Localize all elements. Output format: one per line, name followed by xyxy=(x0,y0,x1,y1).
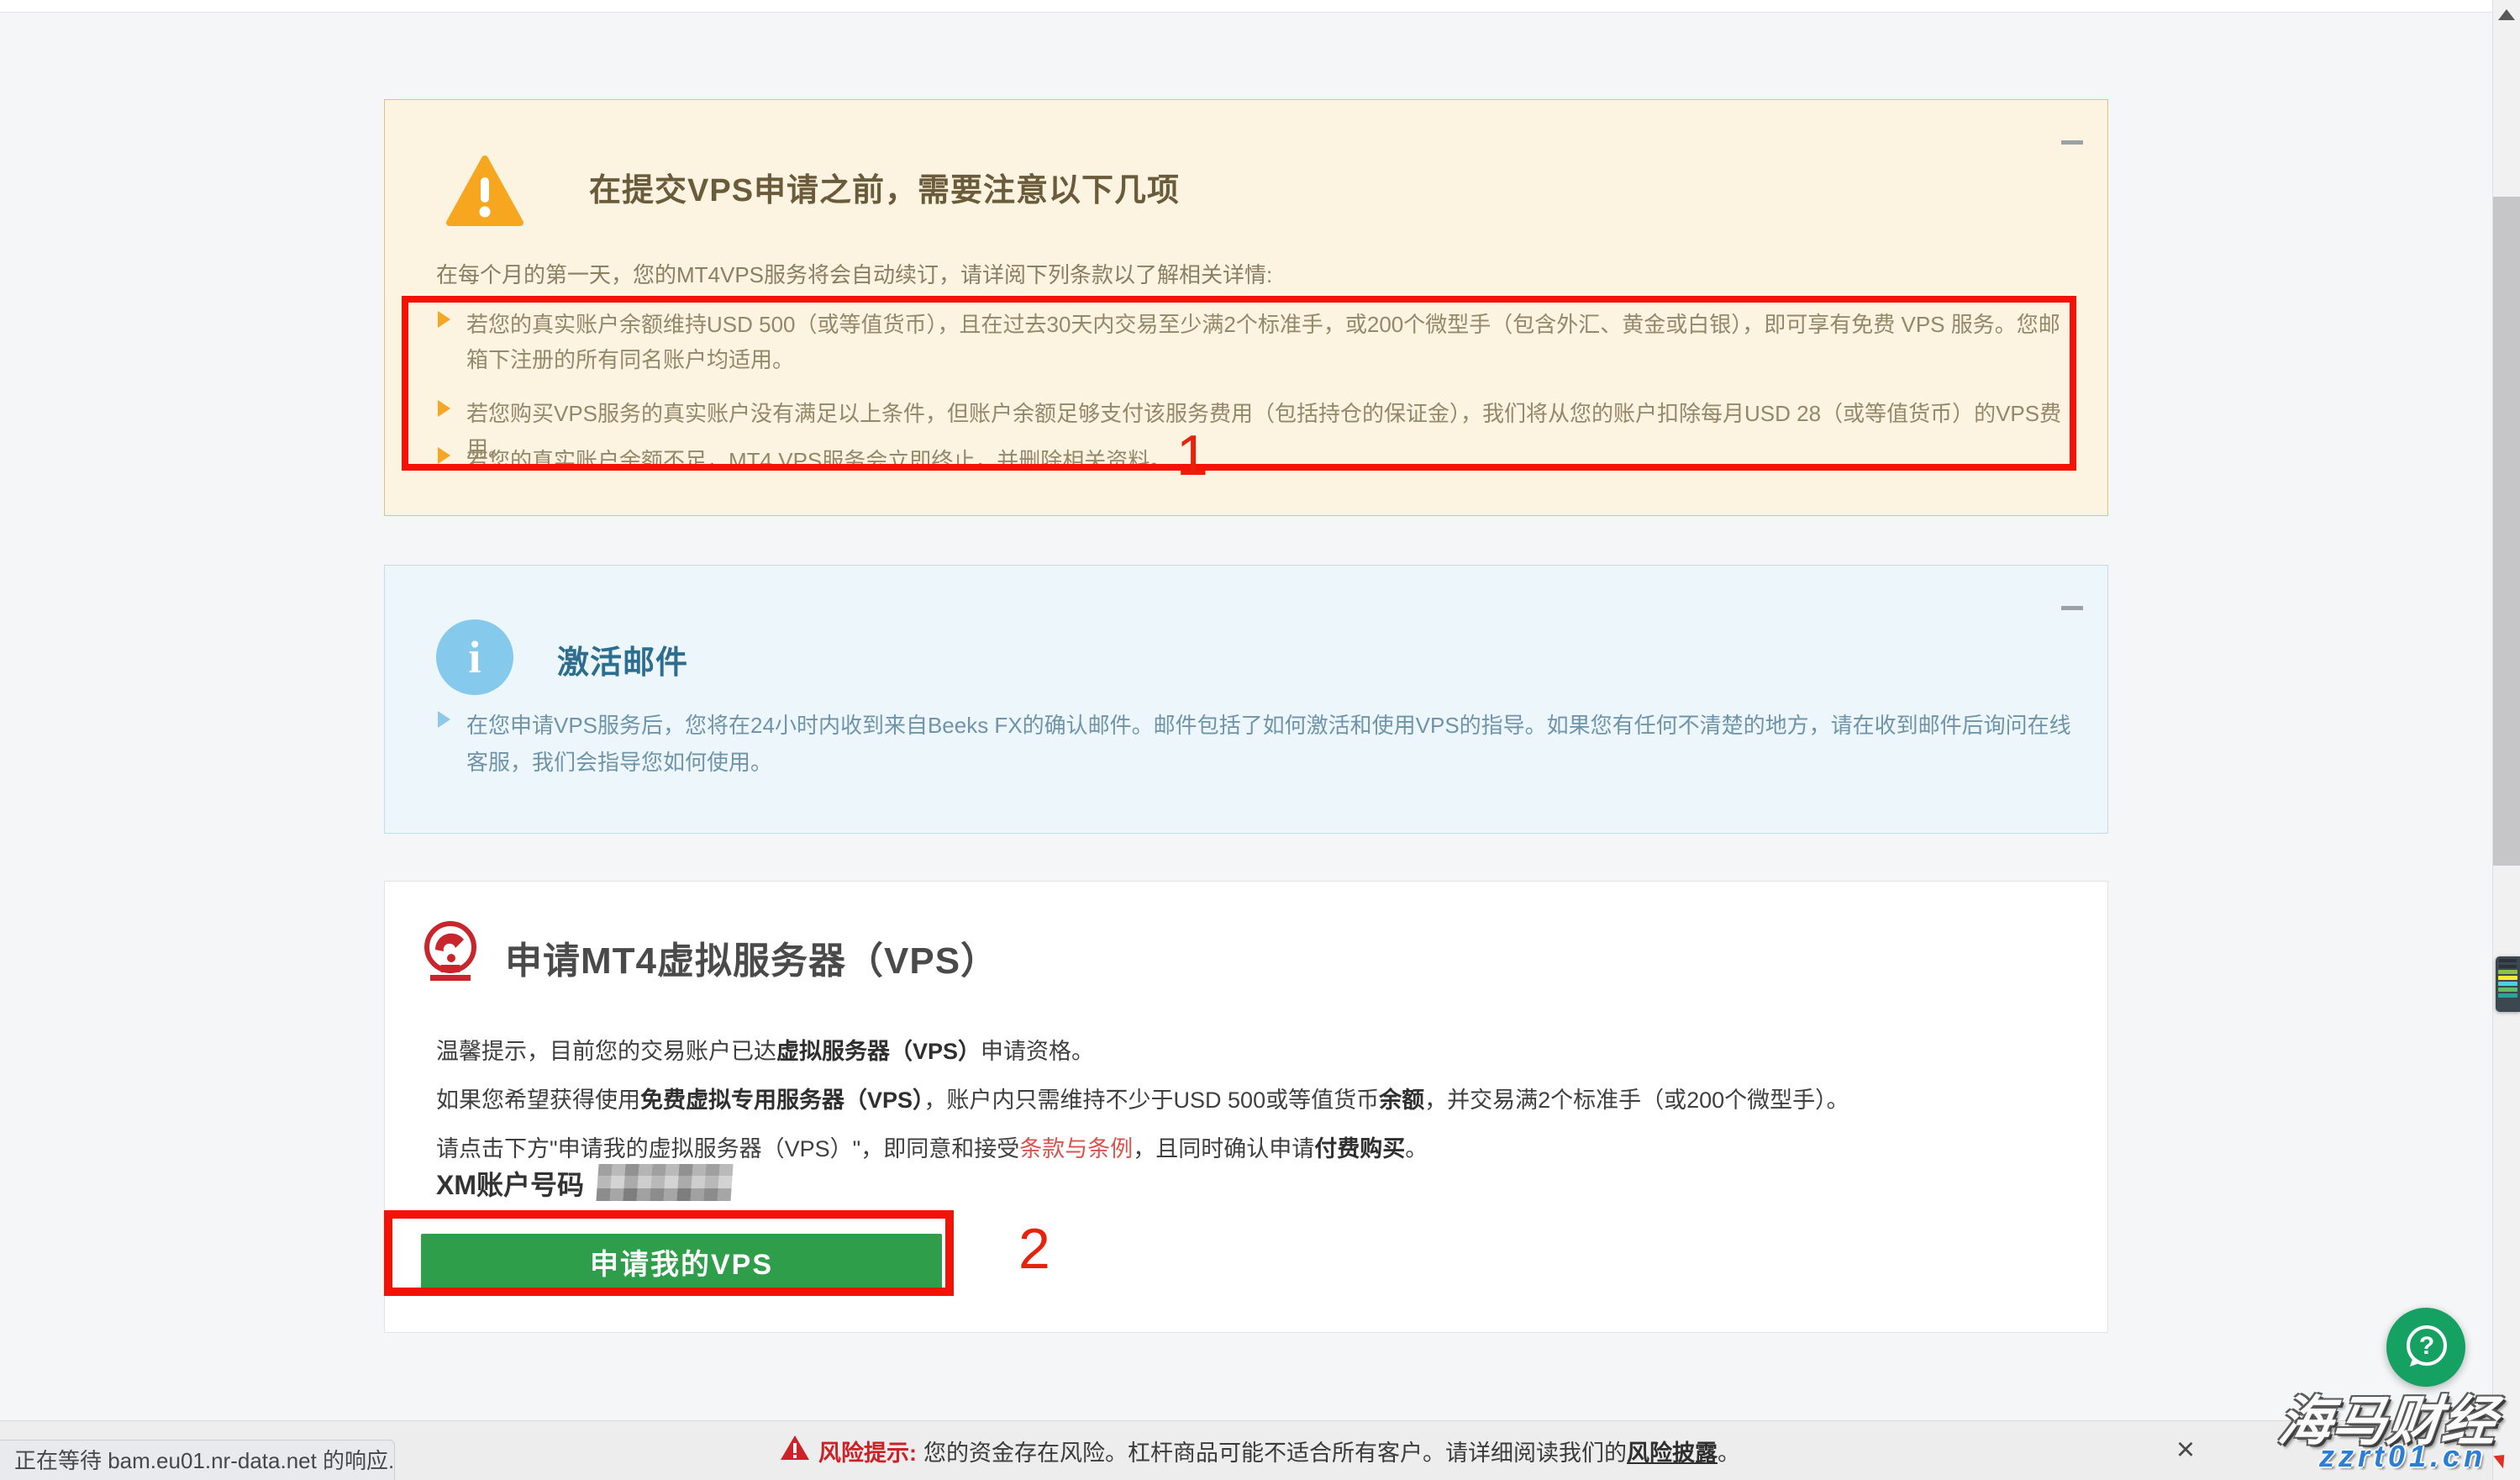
minus-icon xyxy=(2061,140,2083,145)
widget-stripe xyxy=(2498,976,2517,980)
widget-grill xyxy=(2499,965,2517,968)
warning-panel-collapse-button[interactable] xyxy=(2053,125,2091,159)
info-bullet-text: 在您申请VPS服务后，您将在24小时内收到来自Beeks FX的确认邮件。邮件包… xyxy=(466,707,2091,781)
chat-help-icon: ? xyxy=(2402,1323,2450,1372)
scrollbar-thumb[interactable] xyxy=(2493,197,2520,866)
list-item: 若您的真实账户余额维持USD 500（或等值货币），且在过去30天内交易至少满2… xyxy=(438,307,2073,377)
arrow-bullet-icon xyxy=(438,447,450,464)
apply-paragraph-conditions: 如果您希望获得使用免费虚拟专用服务器（VPS），账户内只需维持不少于USD 50… xyxy=(436,1082,1849,1114)
help-button[interactable]: ? xyxy=(2386,1308,2465,1387)
widget-stripe xyxy=(2498,988,2517,992)
widget-stripe xyxy=(2498,982,2517,986)
widget-stripe xyxy=(2498,993,2517,998)
info-panel-collapse-button[interactable] xyxy=(2053,591,2091,624)
page-top-strip xyxy=(0,0,2520,13)
apply-vps-button[interactable]: 申请我的VPS xyxy=(421,1234,942,1289)
arrow-bullet-icon xyxy=(438,400,450,417)
terms-and-conditions-link[interactable]: 条款与条例 xyxy=(1019,1136,1133,1161)
redacted-account-number xyxy=(596,1164,733,1201)
apply-panel-title: 申请MT4虚拟服务器（VPS） xyxy=(505,930,998,984)
warning-bullet-3: 若您的真实账户余额不足，MT4 VPS服务会立即终止，并删除相关资料。 xyxy=(466,443,2073,478)
warning-panel-title: 在提交VPS申请之前，需要注意以下几项 xyxy=(589,164,1180,210)
warning-triangle-icon xyxy=(446,155,523,234)
extension-widget[interactable] xyxy=(2496,956,2520,1012)
apply-vps-panel: 申请MT4虚拟服务器（VPS） 温馨提示，目前您的交易账户已达虚拟服务器（VPS… xyxy=(384,881,2108,1333)
vps-notice-panel: 在提交VPS申请之前，需要注意以下几项 在每个月的第一天，您的MT4VPS服务将… xyxy=(384,99,2108,516)
list-item: 在您申请VPS服务后，您将在24小时内收到来自Beeks FX的确认邮件。邮件包… xyxy=(438,707,2091,781)
arrow-bullet-icon xyxy=(438,311,450,328)
apply-paragraph-eligibility: 温馨提示，目前您的交易账户已达虚拟服务器（VPS）申请资格。 xyxy=(436,1033,1094,1066)
risk-disclosure-link[interactable]: 风险披露 xyxy=(1627,1435,1718,1467)
help-desk-icon xyxy=(424,919,477,993)
info-panel-title: 激活邮件 xyxy=(557,636,688,682)
risk-warning-text: 您的资金存在风险。杠杆商品可能不适合所有客户。请详细阅读我们的 xyxy=(923,1435,1627,1467)
arrow-bullet-icon xyxy=(438,711,450,728)
info-icon: i xyxy=(436,619,513,695)
risk-warning-text-end: 。 xyxy=(1718,1435,1740,1467)
minus-icon xyxy=(2061,606,2083,610)
widget-grill xyxy=(2499,959,2517,962)
warning-bullet-1: 若您的真实账户余额维持USD 500（或等值货币），且在过去30天内交易至少满2… xyxy=(466,307,2073,377)
activation-email-panel: i 激活邮件 在您申请VPS服务后，您将在24小时内收到来自Beeks FX的确… xyxy=(384,565,2108,834)
apply-paragraph-terms: 请点击下方"申请我的虚拟服务器（VPS）"，即同意和接受条款与条例，且同时确认申… xyxy=(436,1130,1428,1163)
xm-account-label: XM账户号码 xyxy=(436,1170,584,1200)
close-icon[interactable]: × xyxy=(2166,1430,2205,1469)
warning-panel-intro: 在每个月的第一天，您的MT4VPS服务将会自动续订，请详阅下列条款以了解相关详情… xyxy=(436,258,1272,289)
xm-account-row: XM账户号码 xyxy=(436,1164,732,1203)
svg-text:?: ? xyxy=(2419,1332,2434,1360)
risk-warning-icon xyxy=(780,1435,810,1467)
list-item: 若您的真实账户余额不足，MT4 VPS服务会立即终止，并删除相关资料。 xyxy=(438,443,2073,478)
risk-warning-label: 风险提示: xyxy=(818,1435,917,1467)
widget-stripe xyxy=(2498,970,2517,974)
scroll-up-icon[interactable] xyxy=(2498,9,2515,20)
browser-status-tooltip: 正在等待 bam.eu01.nr-data.net 的响应... xyxy=(0,1440,395,1480)
